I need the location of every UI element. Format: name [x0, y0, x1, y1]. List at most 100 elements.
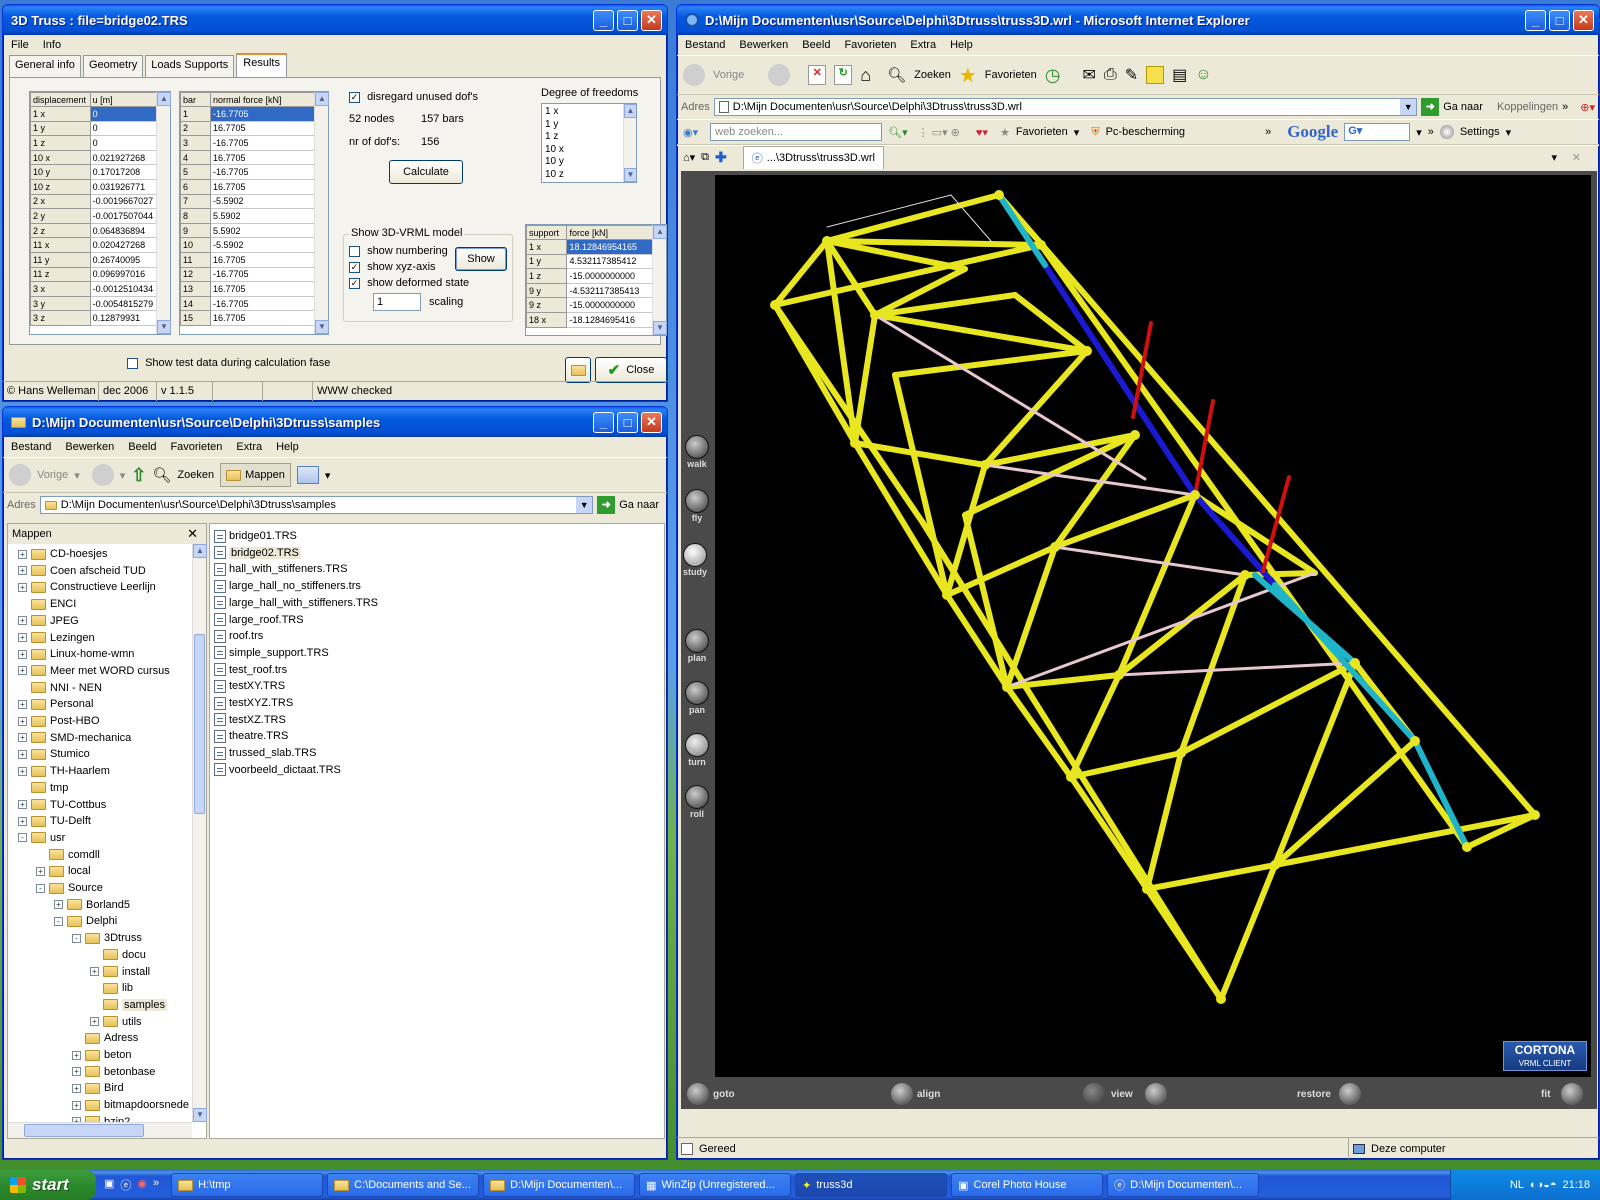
taskbar-item-ie[interactable]: ⓔ D:\Mijn Documenten\... — [1107, 1173, 1260, 1197]
show-deformed-checkbox[interactable]: ✓ — [349, 277, 360, 289]
bar-row[interactable]: 9 5.5902 — [180, 222, 316, 239]
maximize-button[interactable]: □ — [1549, 9, 1570, 31]
heart-icon[interactable]: ♥▾ — [976, 126, 988, 139]
taskbar-item-corel[interactable]: ▣ Corel Photo House — [951, 1173, 1104, 1197]
shield-icon[interactable]: ⛨ — [1091, 126, 1099, 139]
tree-item[interactable]: + install — [90, 964, 150, 980]
expand-toggle-icon[interactable]: + — [18, 766, 27, 776]
tree-item[interactable]: - usr — [18, 830, 65, 846]
expand-toggle-icon[interactable]: + — [72, 1083, 81, 1093]
bar-row[interactable]: 2 16.7705 — [180, 120, 316, 137]
nav-roll[interactable]: roll — [685, 785, 709, 819]
displacement-row[interactable]: 10 z 0.031926771 — [30, 178, 159, 195]
displacement-row[interactable]: 1 z0 — [30, 135, 159, 151]
bar-row[interactable]: 15 16.7705 — [180, 310, 316, 326]
dof-list-item[interactable]: 10 y — [545, 156, 633, 169]
displacement-row[interactable]: 3 x -0.0012510434 — [30, 281, 159, 297]
displacement-row[interactable]: 2 z 0.064836894 — [30, 222, 159, 239]
tree-item[interactable]: + utils — [90, 1014, 142, 1030]
dof-list-item[interactable]: 10 z — [545, 169, 633, 182]
view-icon[interactable] — [296, 466, 319, 484]
tree-item[interactable]: + betonbase — [72, 1064, 155, 1080]
tab-general-info[interactable]: General info — [9, 55, 81, 77]
dropdown-icon[interactable]: ▾ — [120, 469, 126, 482]
file-item[interactable]: testXYZ.TRS — [214, 695, 293, 711]
tree-item[interactable]: docu — [90, 947, 146, 963]
ie-quick-icon[interactable]: ⓔ — [120, 1177, 131, 1193]
support-row[interactable]: 1 x 18.12846954165 — [525, 239, 654, 255]
tree-item[interactable]: + SMD-mechanica — [18, 730, 131, 746]
file-item[interactable]: bridge02.TRS — [214, 545, 301, 561]
dof-list-item[interactable]: 10 x — [545, 144, 633, 157]
tab-geometry[interactable]: Geometry — [82, 55, 144, 77]
dof-scrollbar[interactable]: ▲ ▼ — [623, 104, 636, 182]
chevron-icon[interactable]: » — [1265, 126, 1271, 138]
favorites-label[interactable]: Favorieten — [985, 69, 1037, 81]
minimize-button[interactable]: _ — [593, 411, 614, 433]
tree-item[interactable]: tmp — [18, 780, 68, 796]
back-label[interactable]: Vorige — [37, 469, 68, 481]
tree-item[interactable]: + beton — [72, 1047, 132, 1063]
vrml-viewer[interactable]: CORTONA VRML CLIENT walk fly study plan … — [681, 171, 1597, 1109]
stop-icon[interactable]: ✕ — [808, 65, 827, 85]
new-tab-icon[interactable]: ✚ — [715, 149, 727, 166]
refresh-icon[interactable]: ↻ — [834, 65, 853, 85]
settings-icon[interactable] — [1439, 125, 1454, 139]
menu-beeld[interactable]: Beeld — [802, 39, 830, 51]
expand-toggle-icon[interactable]: + — [18, 666, 27, 676]
tree-item[interactable]: + JPEG — [18, 613, 79, 629]
dropdown-icon[interactable]: ▾ — [1416, 126, 1422, 139]
favorites-star-icon[interactable]: ★ — [959, 63, 977, 88]
links-label[interactable]: Koppelingen — [1497, 101, 1558, 113]
file-item[interactable]: large_hall_with_stiffeners.TRS — [214, 595, 378, 611]
support-row[interactable]: 9 z -15.0000000000 — [525, 297, 654, 313]
bar-row[interactable]: 13 16.7705 — [180, 281, 316, 297]
expand-toggle-icon[interactable]: + — [18, 816, 27, 826]
edit-icon[interactable]: ✎ — [1125, 65, 1138, 85]
tree-item[interactable]: - Delphi — [54, 913, 117, 929]
favorites2-star-icon[interactable]: ★ — [1000, 126, 1010, 139]
bar-row[interactable]: 6 16.7705 — [180, 178, 316, 195]
back-icon[interactable] — [683, 64, 705, 86]
toolbar-icons[interactable]: ⋮ ▭▾ ⊕ — [918, 126, 960, 139]
file-item[interactable]: voorbeeld_dictaat.TRS — [214, 762, 341, 778]
open-folder-button[interactable] — [565, 357, 591, 383]
menu-help[interactable]: Help — [276, 441, 299, 453]
address-input[interactable]: D:\Mijn Documenten\usr\Source\Delphi\3Dt… — [39, 496, 594, 514]
expand-toggle-icon[interactable]: + — [72, 1100, 81, 1110]
test-data-row[interactable]: Show test data during calculation fase — [127, 357, 330, 369]
menu-help[interactable]: Help — [950, 39, 973, 51]
expand-toggle-icon[interactable]: + — [18, 616, 27, 626]
bar-scrollbar[interactable]: ▲ ▼ — [314, 92, 329, 334]
address-dropdown-icon[interactable]: ▼ — [576, 497, 593, 513]
browser-tab[interactable]: ⓔ ...\3Dtruss\truss3D.wrl — [742, 146, 884, 169]
align-icon[interactable] — [891, 1083, 913, 1105]
tab-loads-supports[interactable]: Loads Supports — [145, 55, 235, 77]
language-indicator[interactable]: NL — [1510, 1179, 1524, 1191]
history-icon[interactable]: ◷ — [1045, 65, 1061, 86]
show-axis-checkbox[interactable]: ✓ — [349, 261, 360, 273]
support-scrollbar[interactable]: ▲ ▼ — [652, 225, 667, 335]
expand-toggle-icon[interactable]: - — [36, 883, 45, 893]
expand-toggle-icon[interactable]: + — [18, 800, 27, 809]
support-row[interactable]: 18 x -18.1284695416 — [525, 311, 654, 328]
displacement-row[interactable]: 10 x 0.021927268 — [30, 149, 159, 166]
file-item[interactable]: simple_support.TRS — [214, 645, 329, 661]
explorer-titlebar[interactable]: D:\Mijn Documenten\usr\Source\Delphi\3Dt… — [3, 407, 667, 437]
expand-toggle-icon[interactable]: + — [18, 699, 27, 709]
dropdown-icon[interactable]: ▾ — [325, 469, 331, 482]
taskbar-item-mijn-documenten[interactable]: D:\Mijn Documenten\... — [483, 1173, 636, 1197]
expand-toggle-icon[interactable]: - — [54, 916, 63, 926]
search-label[interactable]: Zoeken — [914, 69, 951, 81]
dof-listbox[interactable]: 1 x1 y1 z 10 x 10 y 10 z ▲ ▼ — [541, 103, 637, 183]
displacement-row[interactable]: 11 y 0.26740095 — [30, 251, 159, 268]
menu-beeld[interactable]: Beeld — [128, 441, 156, 453]
view-prev-icon[interactable] — [1083, 1083, 1105, 1105]
search-go-icon[interactable]: 🔍︎▾ — [888, 126, 908, 139]
go-label[interactable]: Ga naar — [619, 499, 659, 511]
home-icon[interactable]: ⌂ — [860, 65, 871, 86]
expand-toggle-icon[interactable]: + — [18, 733, 27, 743]
tab-list-icon[interactable]: ⧉ — [701, 151, 709, 164]
up-folder-icon[interactable]: ⇧ — [131, 465, 146, 486]
favorites2-label[interactable]: Favorieten — [1016, 126, 1068, 138]
